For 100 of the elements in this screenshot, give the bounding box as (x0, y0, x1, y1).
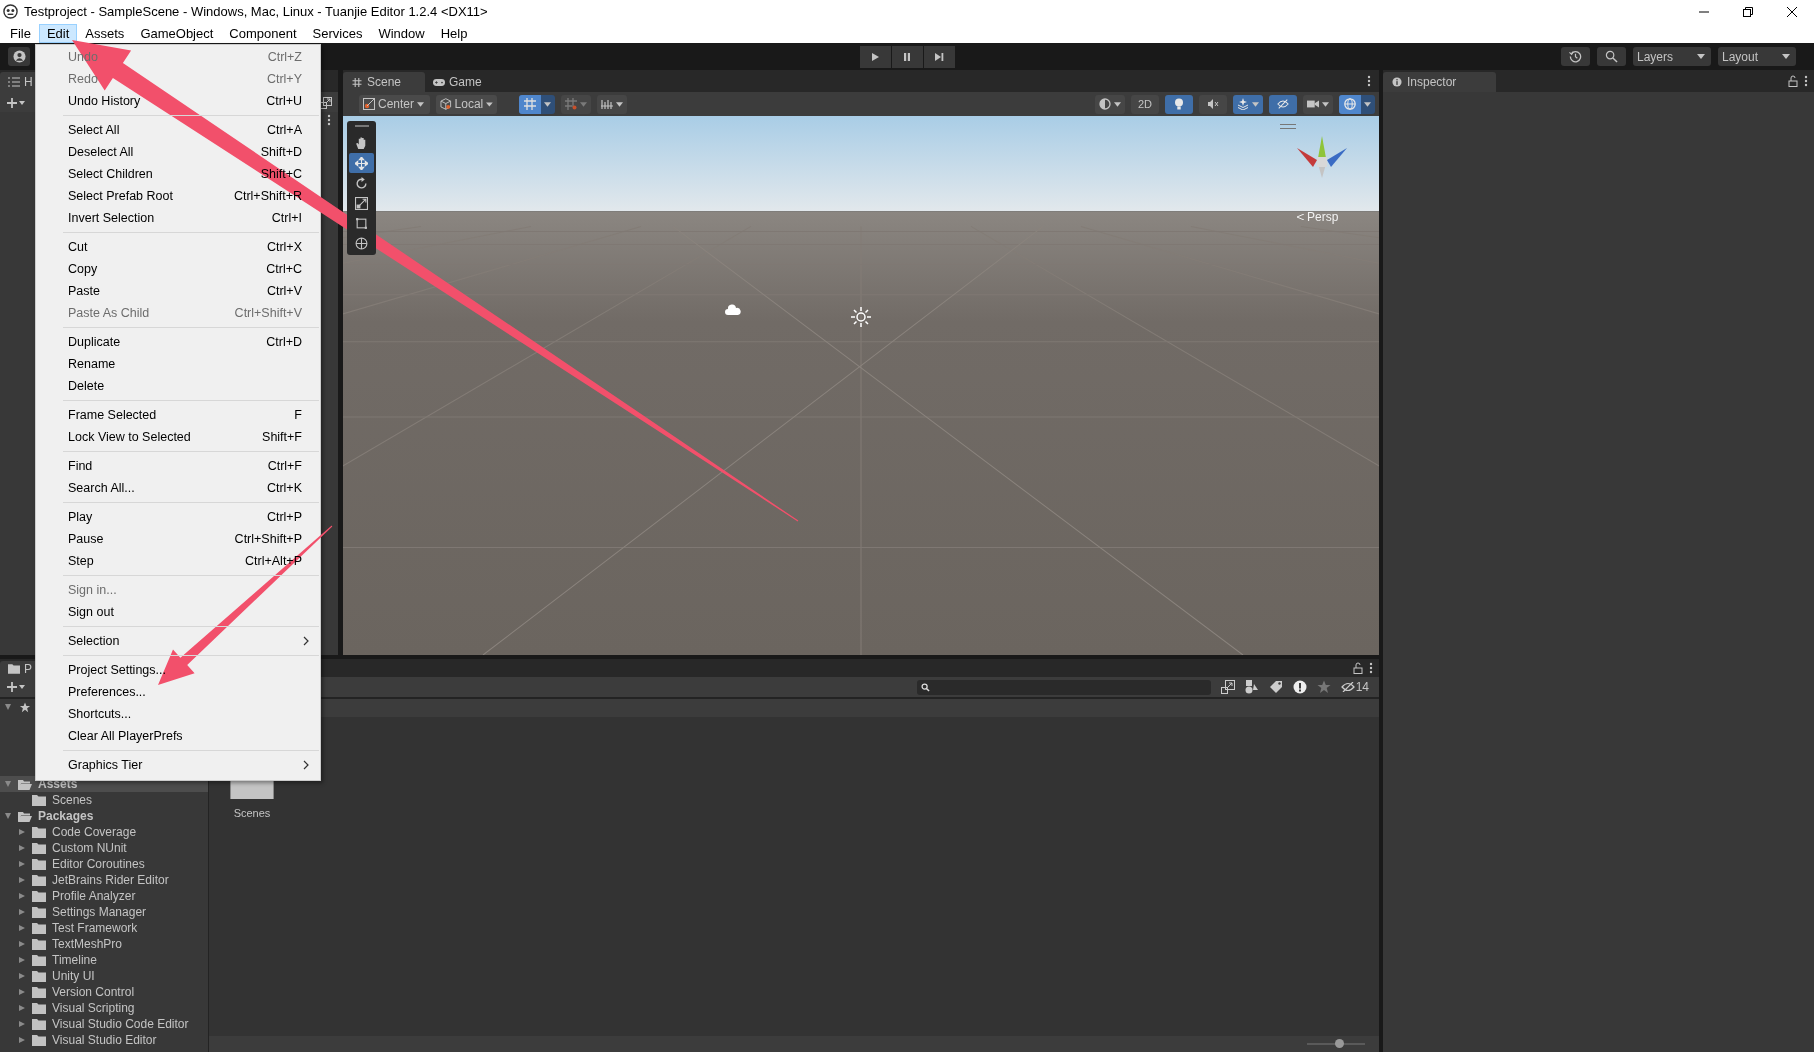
menu-bar-item[interactable]: File (2, 23, 39, 43)
tree-item[interactable]: Visual Studio Code Editor (0, 1016, 208, 1032)
menu-bar-item[interactable]: GameObject (132, 23, 222, 43)
grid-snap-toggle[interactable] (519, 94, 555, 114)
menu-item[interactable]: Copy Ctrl+C (35, 258, 321, 280)
hidden-packages-toggle[interactable]: 14 (1340, 680, 1369, 694)
collapsed-arrow-icon[interactable] (18, 1020, 26, 1028)
tree-item[interactable]: Version Control (0, 984, 208, 1000)
menu-item[interactable]: Sign out (35, 601, 321, 623)
menu-item[interactable]: Cut Ctrl+X (35, 236, 321, 258)
tree-item[interactable]: Packages (0, 808, 208, 824)
collapsed-arrow-icon[interactable] (18, 988, 26, 996)
scene-visibility-toggle[interactable] (1269, 94, 1297, 114)
menu-bar-item[interactable]: Assets (77, 23, 133, 43)
pop-out-icon[interactable] (1220, 680, 1235, 694)
menu-item[interactable]: Paste Ctrl+V (35, 280, 321, 302)
collapsed-arrow-icon[interactable] (18, 844, 26, 852)
pivot-dropdown[interactable]: Center (359, 94, 430, 114)
lock-icon[interactable] (1353, 662, 1363, 674)
menu-bar-item[interactable]: Services (304, 23, 371, 43)
overlay-menu-handle[interactable] (1280, 124, 1296, 129)
sun-icon[interactable] (851, 307, 871, 327)
account-button[interactable] (8, 47, 30, 66)
menu-item[interactable]: Frame Selected F (35, 404, 321, 426)
collapsed-arrow-icon[interactable] (18, 956, 26, 964)
shading-mode-dropdown[interactable] (1095, 94, 1125, 114)
expanded-arrow-icon[interactable] (4, 812, 12, 820)
collapsed-arrow-icon[interactable] (18, 972, 26, 980)
more-options-icon[interactable] (1804, 75, 1808, 87)
tree-item[interactable]: TextMeshPro (0, 936, 208, 952)
tree-item[interactable]: JetBrains Rider Editor (0, 872, 208, 888)
collapsed-arrow-icon[interactable] (18, 908, 26, 916)
menu-item[interactable]: Duplicate Ctrl+D (35, 331, 321, 353)
collapsed-arrow-icon[interactable] (18, 1004, 26, 1012)
more-options-icon[interactable] (1367, 75, 1371, 87)
collapsed-arrow-icon[interactable] (18, 828, 26, 836)
menu-item[interactable]: Select All Ctrl+A (35, 119, 321, 141)
tree-item[interactable]: Scenes (0, 792, 208, 808)
layers-dropdown[interactable]: Layers (1633, 47, 1711, 66)
collapsed-arrow-icon[interactable] (18, 940, 26, 948)
tree-item[interactable]: Unity UI (0, 968, 208, 984)
window-pop-out-icon[interactable] (320, 97, 332, 109)
add-button[interactable] (6, 96, 28, 110)
view-tab[interactable]: Game (425, 72, 492, 92)
tree-item[interactable]: Profile Analyzer (0, 888, 208, 904)
camera-dropdown[interactable] (1303, 94, 1333, 114)
tree-item[interactable]: Code Coverage (0, 824, 208, 840)
collapsed-arrow-icon[interactable] (18, 860, 26, 868)
gizmos-toggle[interactable] (1339, 94, 1375, 114)
menu-item[interactable]: Shortcuts... (35, 703, 321, 725)
warning-icon[interactable] (1292, 680, 1307, 694)
search-field[interactable] (916, 679, 1211, 695)
tree-item[interactable]: Custom NUnit (0, 840, 208, 856)
tree-item[interactable]: Visual Studio Editor (0, 1032, 208, 1048)
tree-item[interactable]: Timeline (0, 952, 208, 968)
2d-toggle[interactable]: 2D (1131, 94, 1159, 114)
menu-item[interactable]: Play Ctrl+P (35, 506, 321, 528)
tree-item[interactable]: Editor Coroutines (0, 856, 208, 872)
space-dropdown[interactable]: Local (436, 94, 497, 114)
pause-button[interactable] (891, 45, 923, 68)
effects-toggle[interactable] (1233, 94, 1263, 114)
play-button[interactable] (859, 45, 891, 68)
menu-item[interactable]: Graphics Tier (35, 754, 321, 776)
star-icon[interactable] (1316, 680, 1331, 694)
view-tab[interactable]: Scene (343, 72, 426, 92)
menu-item[interactable]: Undo History Ctrl+U (35, 90, 321, 112)
slider-thumb[interactable] (1334, 1039, 1344, 1048)
menu-item[interactable]: Lock View to Selected Shift+F (35, 426, 321, 448)
menu-item[interactable]: Delete (35, 375, 321, 397)
search-button[interactable] (1597, 47, 1626, 66)
shapes-icon[interactable] (1244, 680, 1259, 694)
audio-toggle[interactable] (1199, 94, 1227, 114)
tree-item[interactable]: Settings Manager (0, 904, 208, 920)
lock-icon[interactable] (1788, 75, 1798, 87)
menu-bar-item[interactable]: Help (432, 23, 476, 43)
menu-item[interactable]: Invert Selection Ctrl+I (35, 207, 321, 229)
expanded-arrow-icon[interactable] (4, 780, 12, 788)
menu-item[interactable]: Rename (35, 353, 321, 375)
tree-item[interactable]: Visual Scripting (0, 1000, 208, 1016)
collapsed-arrow-icon[interactable] (18, 1036, 26, 1044)
step-button[interactable] (923, 45, 955, 68)
history-button[interactable] (1561, 47, 1590, 66)
drag-handle[interactable] (354, 125, 369, 127)
menu-item[interactable]: Clear All PlayerPrefs (35, 725, 321, 747)
ruler-dropdown[interactable] (597, 94, 627, 114)
move-tool-button[interactable] (349, 153, 374, 173)
inspector-tab[interactable]: Inspector (1383, 72, 1497, 92)
more-options-icon[interactable] (1369, 662, 1373, 674)
menu-item[interactable]: Deselect All Shift+D (35, 141, 321, 163)
menu-bar-item[interactable]: Component (221, 23, 305, 43)
add-button[interactable] (6, 680, 28, 694)
menu-bar-item[interactable]: Window (370, 23, 433, 43)
expanded-arrow-icon[interactable] (4, 703, 12, 711)
layout-dropdown[interactable]: Layout (1718, 47, 1796, 66)
menu-item[interactable]: Find Ctrl+F (35, 455, 321, 477)
more-options-icon[interactable] (327, 114, 331, 126)
cloud-icon[interactable] (725, 304, 741, 316)
tree-item[interactable]: Test Framework (0, 920, 208, 936)
menu-item[interactable]: Pause Ctrl+Shift+P (35, 528, 321, 550)
tag-icon[interactable] (1268, 680, 1283, 694)
